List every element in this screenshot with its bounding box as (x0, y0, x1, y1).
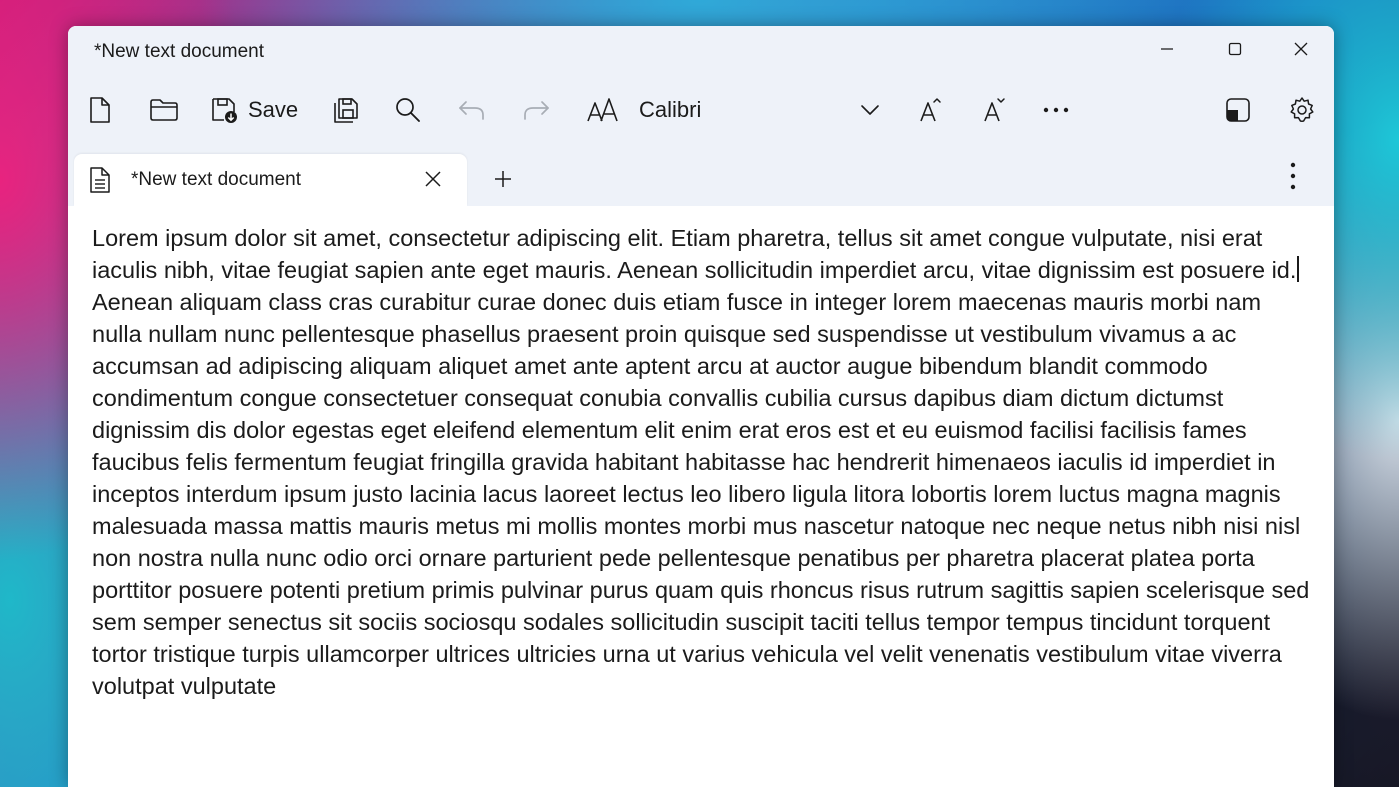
paragraph-1: Lorem ipsum dolor sit amet, consectetur … (92, 225, 1297, 283)
close-icon (1294, 42, 1308, 56)
tab-new-text-document[interactable]: *New text document (74, 154, 467, 206)
settings-button[interactable] (1282, 84, 1322, 136)
redo-icon (524, 101, 549, 120)
redo-button[interactable] (516, 84, 556, 136)
search-icon (396, 98, 420, 122)
editor-text[interactable]: Lorem ipsum dolor sit amet, consectetur … (92, 222, 1312, 702)
toolbar: Save Calibri (68, 84, 1334, 136)
font-button[interactable] (582, 84, 622, 136)
new-file-icon (90, 97, 110, 123)
more-icon (1043, 107, 1069, 113)
folder-icon (150, 99, 178, 121)
chevron-down-icon (861, 105, 879, 115)
tab-strip: *New text document (68, 154, 1334, 206)
close-button[interactable] (1268, 26, 1334, 72)
document-icon (90, 167, 110, 193)
decrease-font-size-button[interactable] (974, 84, 1014, 136)
paragraph-2: Aenean aliquam class cras curabitur cura… (92, 289, 1316, 699)
save-as-icon (334, 98, 358, 123)
window-title: *New text document (94, 41, 265, 62)
text-editor[interactable]: Lorem ipsum dolor sit amet, consectetur … (68, 206, 1334, 787)
notepad-window: *New text document Save Calibri *New tex… (68, 26, 1334, 787)
tab-menu-icon[interactable] (1288, 161, 1298, 191)
font-name[interactable]: Calibri (639, 84, 701, 136)
gear-icon (1290, 97, 1314, 123)
add-tab-icon[interactable] (492, 168, 514, 190)
save-as-button[interactable] (326, 84, 366, 136)
find-button[interactable] (388, 84, 428, 136)
increase-font-size-button[interactable] (910, 84, 950, 136)
window-chrome: *New text document Save Calibri *New tex… (68, 26, 1334, 206)
tab-label: *New text document (131, 169, 302, 190)
undo-button[interactable] (452, 84, 492, 136)
title-bar[interactable]: *New text document (68, 26, 1334, 78)
text-caret (1297, 256, 1300, 282)
compact-overlay-button[interactable] (1218, 84, 1258, 136)
save-button[interactable]: Save (210, 84, 310, 136)
minimize-button[interactable] (1134, 26, 1200, 72)
undo-icon (459, 101, 484, 120)
more-options-button[interactable] (1036, 84, 1076, 136)
save-button-label: Save (248, 97, 299, 122)
font-dropdown-button[interactable] (850, 84, 890, 136)
maximize-icon (1228, 42, 1242, 56)
new-file-button[interactable] (80, 84, 120, 136)
compact-overlay-icon (1226, 98, 1250, 122)
open-file-button[interactable] (144, 84, 184, 136)
maximize-button[interactable] (1202, 26, 1268, 72)
font-icon (587, 98, 618, 122)
close-tab-icon[interactable] (422, 168, 444, 190)
decrease-font-size-icon (984, 98, 1005, 122)
increase-font-size-icon (920, 98, 941, 122)
minimize-icon (1161, 48, 1173, 50)
save-icon (212, 98, 237, 123)
